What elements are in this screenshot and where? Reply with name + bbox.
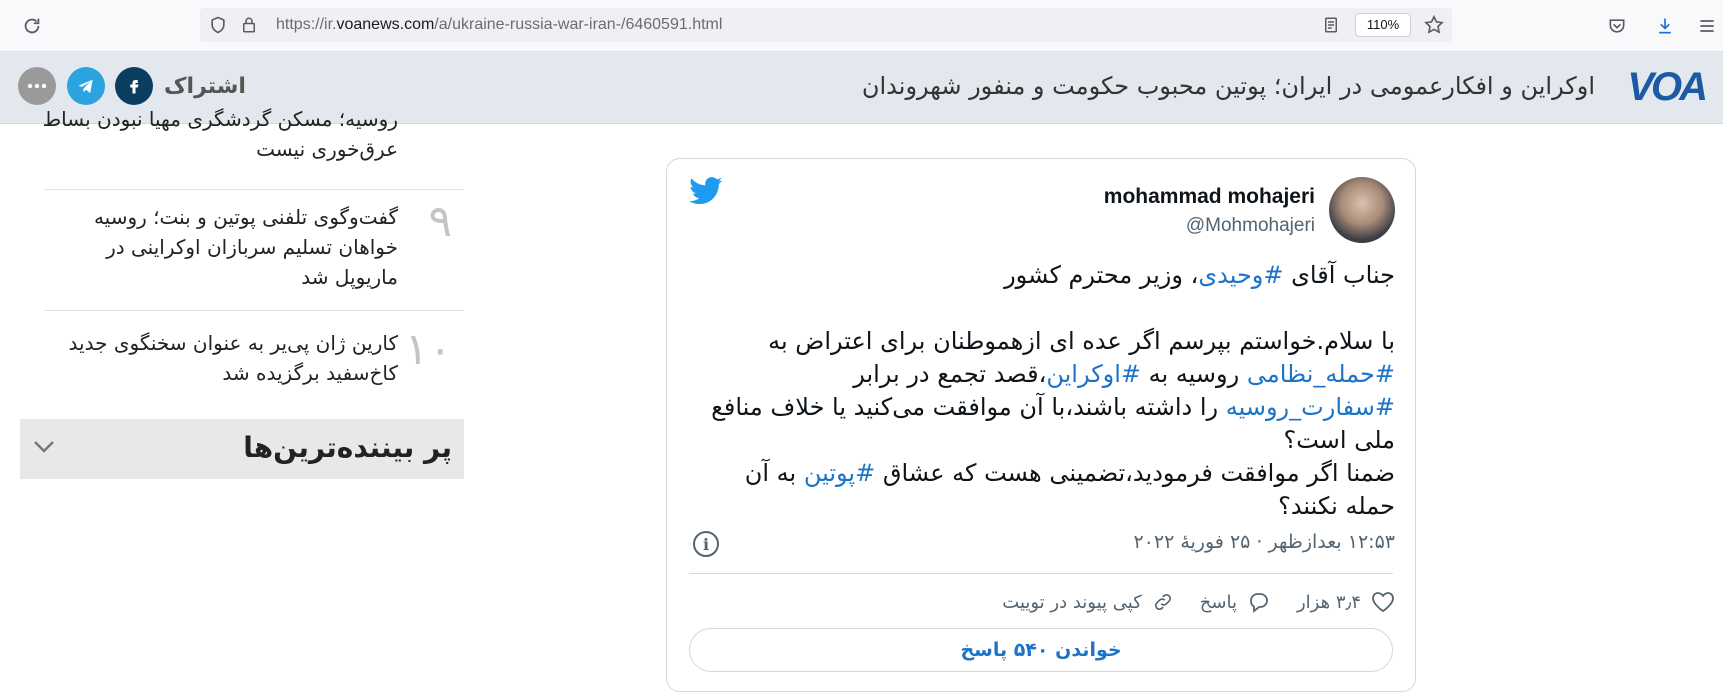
like-count: ۳٫۴ هزار [1296,591,1361,613]
hashtag-link[interactable]: #سفارت_روسیه [1226,393,1395,421]
read-replies-button[interactable]: خواندن ۵۴۰ پاسخ [689,628,1393,672]
list-item-number: ۱۰ [404,324,452,375]
facebook-icon [130,80,139,94]
hashtag-link[interactable]: #وحیدی [1198,261,1283,289]
download-icon[interactable] [1652,13,1678,39]
copy-link-button[interactable]: کپی پیوند در توییت [1002,591,1174,613]
facebook-share-button[interactable] [115,67,153,105]
telegram-share-button[interactable] [67,67,105,105]
tracking-protection-icon[interactable] [206,14,230,36]
copy-link-label: کپی پیوند در توییت [1002,591,1142,613]
divider [689,573,1393,574]
list-item-title[interactable]: روسیه؛ مسکن گردشگری مهیا نبودن بساط عرق‌… [38,104,398,164]
twitter-bird-icon[interactable] [689,177,723,205]
url-text[interactable]: https://ir.voanews.com/a/ukraine-russia-… [276,8,722,42]
chevron-down-icon[interactable] [32,439,56,455]
pocket-icon[interactable] [1604,13,1630,39]
list-item[interactable]: روسیه؛ مسکن گردشگری مهیا نبودن بساط عرق‌… [43,104,464,184]
reader-view-icon[interactable] [1320,14,1342,36]
more-icon [27,83,47,89]
reload-icon[interactable] [18,12,46,40]
hashtag-link[interactable]: #حمله_نظامی [1247,360,1395,388]
heart-icon [1372,592,1394,613]
embedded-tweet: mohammad mohajeri @Mohmohajeri جناب آقای… [666,158,1416,692]
voa-logo[interactable]: VOA [1627,65,1708,110]
more-share-button[interactable] [18,67,56,105]
divider [44,310,464,311]
author-name[interactable]: mohammad mohajeri [1104,185,1315,209]
page-title: اوکراین و افکارعمومی در ایران؛ پوتین محب… [861,72,1595,100]
tweet-text: جناب آقای #وحیدی، وزیر محترم کشور با سلا… [711,261,1395,520]
list-item-title[interactable]: کارین ژان پی‌یر به عنوان سخنگوی جدید کاخ… [38,328,398,388]
telegram-icon [78,79,93,94]
tweet-timestamp[interactable]: ۱۲:۵۳ بعدازظهر · ۲۵ فوریهٔ ۲۰۲۲ [1133,531,1395,553]
zoom-level[interactable]: 110% [1355,13,1411,37]
reply-label: پاسخ [1199,591,1237,613]
list-item[interactable]: گفت‌وگوی تلفنی پوتین و بنت؛ روسیه خواهان… [44,196,464,302]
author-handle[interactable]: @Mohmohajeri [1186,215,1315,237]
menu-icon[interactable] [1694,13,1720,39]
like-button[interactable]: ۳٫۴ هزار [1297,591,1395,613]
list-item-title[interactable]: گفت‌وگوی تلفنی پوتین و بنت؛ روسیه خواهان… [38,202,398,292]
browser-toolbar: https://ir.voanews.com/a/ukraine-russia-… [0,0,1723,52]
popular-section-header[interactable]: پر بیننده‌ترین‌ها [20,419,464,479]
tweet-actions: ۳٫۴ هزار پاسخ کپی پیوند در توییت [1002,591,1395,613]
reply-icon [1250,593,1268,613]
popular-label: پر بیننده‌ترین‌ها [243,431,452,464]
info-icon[interactable]: i [693,531,719,557]
hashtag-link[interactable]: #اوکراین [1046,360,1141,388]
divider [44,189,464,190]
share-label: اشتراک [164,74,246,99]
lock-icon[interactable] [238,14,260,36]
bookmark-star-icon[interactable] [1422,13,1446,37]
link-icon [1154,593,1171,611]
avatar[interactable] [1329,177,1395,243]
hashtag-link[interactable]: #پوتین [804,459,875,487]
list-item[interactable]: کارین ژان پی‌یر به عنوان سخنگوی جدید کاخ… [44,324,464,398]
list-item-number: ۹ [428,196,452,247]
reply-button[interactable]: پاسخ [1200,591,1271,613]
url-bar[interactable]: https://ir.voanews.com/a/ukraine-russia-… [200,8,1452,42]
